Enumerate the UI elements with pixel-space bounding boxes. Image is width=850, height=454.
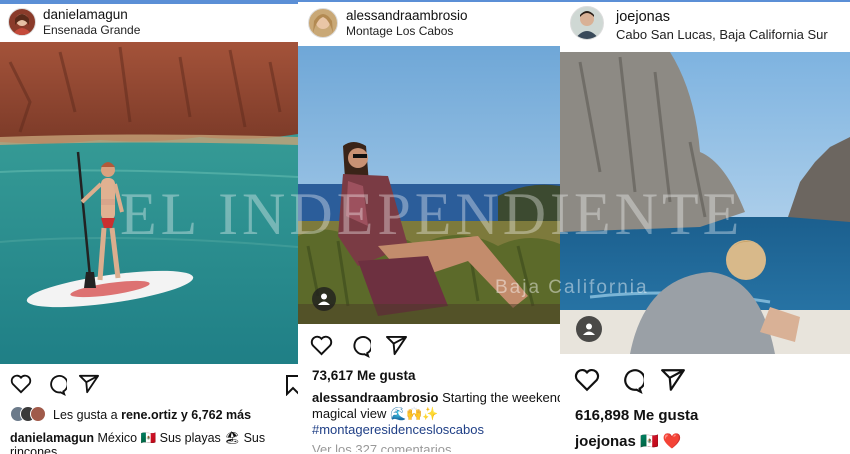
avatar[interactable] <box>308 8 338 38</box>
likes-count: y 6,762 más <box>177 408 252 422</box>
liked-by-text: Les gusta a rene.ortiz y 6,762 más <box>53 408 251 422</box>
share-icon[interactable] <box>660 368 686 392</box>
avatar[interactable] <box>570 6 604 40</box>
action-bar <box>560 368 850 398</box>
bookmark-icon[interactable] <box>285 374 298 396</box>
post-danielamagun: danielamagun Ensenada Grande Les gusta a… <box>0 4 298 454</box>
post-header: alessandraambrosio Montage Los Cabos <box>298 2 560 42</box>
caption-username[interactable]: danielamagun <box>10 431 94 445</box>
likes-count[interactable]: 616,898 Me gusta <box>575 407 698 424</box>
action-bar <box>298 334 560 362</box>
caption: alessandraambrosio Starting the weekend <box>312 390 560 405</box>
comment-icon[interactable] <box>618 368 644 394</box>
post-header: joejonas Cabo San Lucas, Baja California… <box>560 2 850 42</box>
caption-text: México 🇲🇽 Sus playas 🏖 Sus <box>94 431 266 445</box>
caption: danielamagun México 🇲🇽 Sus playas 🏖 Sus <box>10 431 265 446</box>
tagged-user-icon[interactable] <box>312 287 336 311</box>
post-photo[interactable] <box>560 52 850 354</box>
hashtag-link[interactable]: #montageresidencesloscabos <box>312 422 484 437</box>
heart-icon[interactable] <box>574 368 600 392</box>
username[interactable]: alessandraambrosio <box>346 8 468 23</box>
heart-icon[interactable] <box>10 374 32 394</box>
caption: joejonas 🇲🇽 ❤️ <box>575 432 682 450</box>
caption-username[interactable]: alessandraambrosio <box>312 390 438 405</box>
likes-user-link[interactable]: rene.ortiz <box>121 408 177 422</box>
share-icon[interactable] <box>385 335 408 356</box>
photo-paddleboard-scene <box>0 42 298 364</box>
comment-icon[interactable] <box>45 374 67 396</box>
post-photo[interactable] <box>0 42 298 364</box>
photo-boat-arch-scene <box>560 52 850 354</box>
tagged-user-icon[interactable] <box>576 316 602 342</box>
caption-text: 🇲🇽 ❤️ <box>635 433 682 450</box>
caption-username[interactable]: joejonas <box>575 433 636 450</box>
avatar[interactable] <box>8 8 36 36</box>
post-alessandraambrosio: alessandraambrosio Montage Los Cabos 73,… <box>298 2 560 452</box>
location[interactable]: Cabo San Lucas, Baja California Sur <box>616 27 828 42</box>
heart-icon[interactable] <box>310 335 333 356</box>
liked-by-avatars[interactable] <box>10 406 50 422</box>
likes-count[interactable]: 73,617 Me gusta <box>312 368 416 383</box>
likes-prefix: Les gusta a <box>53 408 122 422</box>
post-joejonas: joejonas Cabo San Lucas, Baja California… <box>560 2 850 452</box>
post-header: danielamagun Ensenada Grande <box>0 4 298 44</box>
photo-terrace-scene <box>298 46 560 324</box>
action-bar <box>0 372 298 402</box>
share-icon[interactable] <box>78 374 100 394</box>
caption-line-2: magical view 🌊🙌✨ <box>312 406 439 421</box>
view-comments-link[interactable]: Ver los 327 comentarios <box>312 442 451 452</box>
username[interactable]: danielamagun <box>43 7 128 22</box>
caption-text: Starting the weekend <box>438 390 560 405</box>
comment-icon[interactable] <box>348 335 371 358</box>
location[interactable]: Ensenada Grande <box>43 23 140 37</box>
post-photo[interactable] <box>298 46 560 324</box>
location[interactable]: Montage Los Cabos <box>346 24 453 38</box>
username[interactable]: joejonas <box>616 9 670 25</box>
